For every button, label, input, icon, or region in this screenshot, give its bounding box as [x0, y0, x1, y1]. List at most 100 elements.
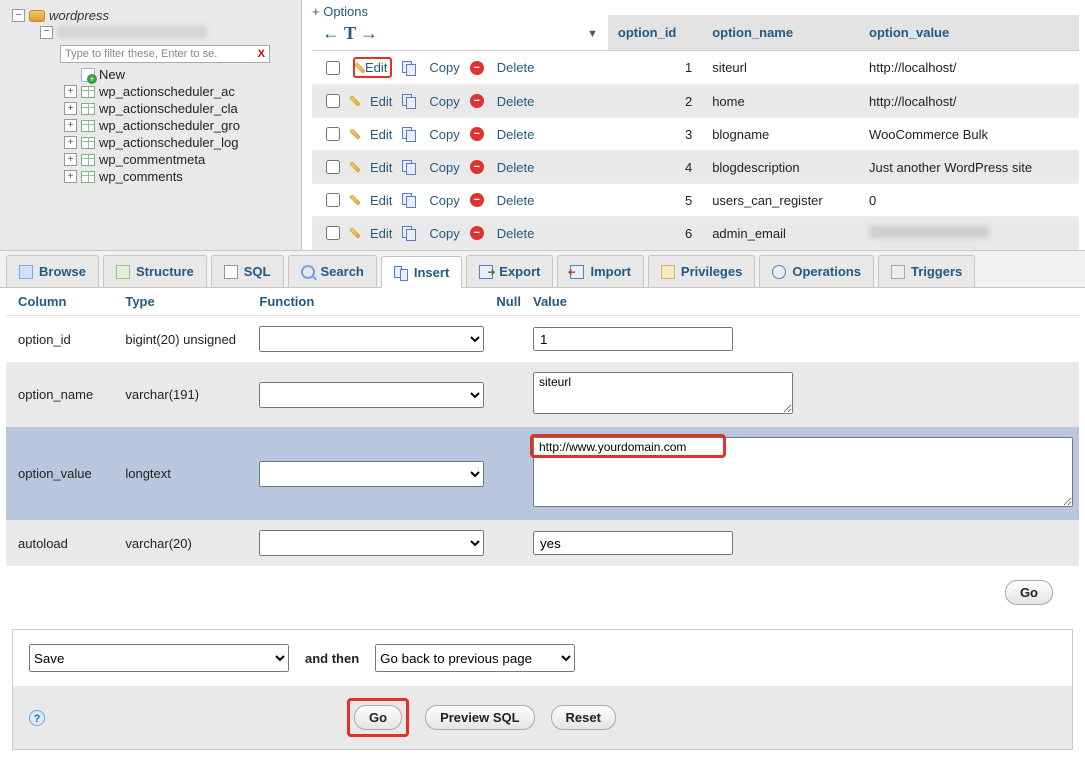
tab-triggers[interactable]: Triggers [878, 255, 975, 287]
expand-icon[interactable]: + [64, 136, 77, 149]
table-icon [81, 171, 95, 183]
insert-icon [394, 266, 408, 280]
expand-icon[interactable]: + [64, 170, 77, 183]
expand-icon[interactable]: + [64, 119, 77, 132]
copy-link[interactable]: Copy [429, 160, 459, 175]
tab-export[interactable]: Export [466, 255, 553, 287]
tab-search[interactable]: Search [288, 255, 377, 287]
expand-icon[interactable]: + [64, 85, 77, 98]
tab-label: Insert [414, 265, 449, 280]
go-button[interactable]: Go [354, 705, 402, 730]
go-button-top[interactable]: Go [1005, 580, 1053, 605]
tab-structure[interactable]: Structure [103, 255, 207, 287]
expand-icon[interactable]: + [64, 153, 77, 166]
tab-label: Export [499, 264, 540, 279]
value-input[interactable] [533, 327, 733, 351]
copy-icon [402, 160, 416, 174]
value-textarea[interactable]: siteurl [533, 372, 793, 414]
header-option-id[interactable]: option_id [608, 15, 702, 51]
copy-icon [402, 94, 416, 108]
text-cursor-icon[interactable]: T [344, 23, 356, 44]
tree-table-row[interactable]: + wp_comments [4, 169, 297, 184]
help-icon[interactable]: ? [29, 710, 45, 726]
tab-label: Triggers [911, 264, 962, 279]
preview-sql-button[interactable]: Preview SQL [425, 705, 534, 730]
tree-subdb-row[interactable]: − [4, 25, 297, 39]
after-target-select[interactable]: Go back to previous page [375, 644, 575, 672]
edit-link[interactable]: Edit [370, 226, 392, 241]
header-option-name[interactable]: option_name [702, 15, 859, 51]
copy-link[interactable]: Copy [429, 94, 459, 109]
row-checkbox[interactable] [326, 127, 340, 141]
delete-link[interactable]: Delete [497, 94, 535, 109]
cell-option-value: 0 [859, 184, 1079, 217]
tab-sql[interactable]: SQL [211, 255, 284, 287]
delete-link[interactable]: Delete [497, 193, 535, 208]
tab-label: Structure [136, 264, 194, 279]
tab-import[interactable]: Import [557, 255, 643, 287]
expand-icon[interactable]: + [64, 102, 77, 115]
data-grid-area: + Options ← T → option_id option_name op… [302, 0, 1085, 250]
form-header-type: Type [119, 288, 253, 316]
table-icon [81, 86, 95, 98]
edit-link[interactable]: Edit [370, 193, 392, 208]
value-input[interactable] [533, 531, 733, 555]
edit-link[interactable]: Edit [370, 160, 392, 175]
row-checkbox[interactable] [326, 94, 340, 108]
tabstrip: Browse Structure SQLSearch Insert Export Impo… [0, 250, 1085, 288]
tree-table-row[interactable]: + wp_actionscheduler_log [4, 135, 297, 150]
collapse-icon[interactable]: − [12, 9, 25, 22]
delete-link[interactable]: Delete [497, 226, 535, 241]
edit-link[interactable]: Edit [370, 127, 392, 142]
arrow-right-icon[interactable]: → [360, 23, 378, 44]
tree-db-row[interactable]: − wordpress [4, 8, 297, 23]
value-textarea[interactable]: http://www.yourdomain.com [533, 437, 1073, 507]
function-select[interactable] [259, 382, 484, 408]
cell-option-id: 3 [608, 118, 702, 151]
arrow-left-icon[interactable]: ← [322, 23, 340, 44]
delete-link[interactable]: Delete [497, 60, 535, 75]
cell-option-name: home [702, 85, 859, 118]
delete-link[interactable]: Delete [497, 160, 535, 175]
tab-operations[interactable]: Operations [759, 255, 874, 287]
tab-browse[interactable]: Browse [6, 255, 99, 287]
copy-link[interactable]: Copy [429, 127, 459, 142]
delete-icon: − [470, 61, 484, 75]
edit-form-area: Column Type Function Null Value option_i… [0, 288, 1085, 770]
reset-button[interactable]: Reset [551, 705, 616, 730]
copy-link[interactable]: Copy [429, 226, 459, 241]
row-checkbox[interactable] [326, 193, 340, 207]
header-placeholder[interactable] [577, 15, 608, 51]
privileges-icon [661, 265, 675, 279]
header-option-value[interactable]: option_value [859, 15, 1079, 51]
tree-table-label: wp_comments [99, 169, 183, 184]
edit-link[interactable]: Edit [365, 60, 387, 75]
tree-table-label: wp_actionscheduler_log [99, 135, 238, 150]
clear-filter-icon[interactable]: X [258, 48, 265, 60]
tab-label: Import [590, 264, 630, 279]
row-checkbox[interactable] [326, 61, 340, 75]
copy-link[interactable]: Copy [429, 60, 459, 75]
tree-table-row[interactable]: +wp_actionscheduler_ac [4, 84, 297, 99]
row-checkbox[interactable] [326, 226, 340, 240]
triggers-icon [891, 265, 905, 279]
row-checkbox[interactable] [326, 160, 340, 174]
function-select[interactable] [259, 530, 484, 556]
db-tree-sidebar: − wordpress − Type to filter these, Ente… [0, 0, 302, 250]
tree-filter-input[interactable]: Type to filter these, Enter to se. X [60, 45, 270, 63]
tab-privileges[interactable]: Privileges [648, 255, 755, 287]
tab-insert[interactable]: Insert [381, 256, 462, 288]
after-action-select[interactable]: Save [29, 644, 289, 672]
tree-new-row[interactable]: New [4, 67, 297, 82]
tree-table-row[interactable]: +wp_commentmeta [4, 152, 297, 167]
collapse-icon[interactable]: − [40, 26, 53, 39]
function-select[interactable] [259, 461, 484, 487]
delete-link[interactable]: Delete [497, 127, 535, 142]
tree-table-row[interactable]: +wp_actionscheduler_gro [4, 118, 297, 133]
function-select[interactable] [259, 326, 484, 352]
cell-option-value: http://localhost/ [859, 85, 1079, 118]
copy-link[interactable]: Copy [429, 193, 459, 208]
edit-link[interactable]: Edit [370, 94, 392, 109]
tree-table-row[interactable]: +wp_actionscheduler_cla [4, 101, 297, 116]
options-link[interactable]: + Options [312, 4, 368, 19]
